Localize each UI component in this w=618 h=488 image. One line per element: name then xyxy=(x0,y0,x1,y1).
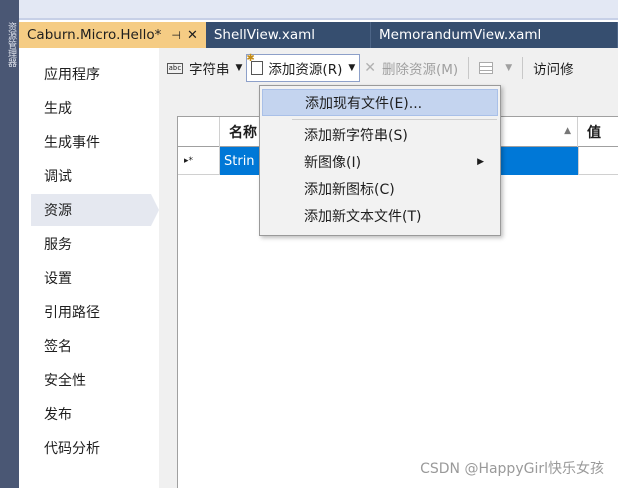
submenu-arrow-icon: ▶ xyxy=(477,156,484,167)
access-label: 访问修 xyxy=(533,62,574,78)
properties-nav: 应用程序 生成 生成事件 调试 资源 服务 设置 引用路径 签名 安全性 发布 … xyxy=(19,48,159,488)
tab-caburn-micro-hello[interactable]: Caburn.Micro.Hello* ⊣ ✕ xyxy=(19,22,206,48)
tab-label: Caburn.Micro.Hello* xyxy=(27,27,162,43)
nav-item-build-events[interactable]: 生成事件 xyxy=(31,126,151,158)
menu-item-add-new-icon[interactable]: 添加新图标(C) xyxy=(262,175,498,202)
tab-shellview-xaml[interactable]: ShellView.xaml xyxy=(206,22,372,48)
side-strip-label[interactable]: 资源管理器 xyxy=(2,22,16,67)
sort-ascending-icon: ▲ xyxy=(564,126,571,136)
close-icon[interactable]: ✕ xyxy=(187,28,198,43)
menu-item-add-new-text-file[interactable]: 添加新文本文件(T) xyxy=(262,202,498,229)
add-resource-menu: 添加现有文件(E)... 添加新字符串(S) 新图像(I) ▶ 添加新图标(C)… xyxy=(259,85,501,236)
pin-icon[interactable]: ⊣ xyxy=(171,29,181,42)
value-cell[interactable] xyxy=(578,147,618,175)
nav-item-security[interactable]: 安全性 xyxy=(31,364,151,396)
access-modifier-label[interactable]: 访问修 xyxy=(529,54,578,82)
nav-item-build[interactable]: 生成 xyxy=(31,92,151,124)
chevron-down-icon: ▼ xyxy=(505,63,513,73)
resources-toolbar: abc 字符串 ▼ 添加资源(R) ▼ ✕ 删除资源(M) ▼ 访问修 xyxy=(159,48,618,88)
chevron-down-icon: ▼ xyxy=(348,63,356,73)
tab-memorandumview-xaml[interactable]: MemorandumView.xaml xyxy=(371,22,618,48)
row-header-corner xyxy=(178,117,220,147)
document-tab-bar: Caburn.Micro.Hello* ⊣ ✕ ShellView.xaml M… xyxy=(19,22,618,48)
nav-item-debug[interactable]: 调试 xyxy=(31,160,151,192)
side-tool-strip: 资源管理器 xyxy=(0,0,19,488)
menu-item-new-image[interactable]: 新图像(I) ▶ xyxy=(262,148,498,175)
top-strip xyxy=(19,0,618,20)
selected-nav-arrow xyxy=(151,194,159,226)
tab-label: ShellView.xaml xyxy=(213,27,316,43)
nav-item-settings[interactable]: 设置 xyxy=(31,262,151,294)
watermark: CSDN @HappyGirl快乐女孩 xyxy=(420,461,604,477)
string-resource-icon: abc xyxy=(167,62,183,74)
menu-item-add-existing-file[interactable]: 添加现有文件(E)... xyxy=(262,89,498,116)
nav-item-application[interactable]: 应用程序 xyxy=(31,58,151,90)
nav-item-reference-paths[interactable]: 引用路径 xyxy=(31,296,151,328)
menu-item-new-image-label: 新图像(I) xyxy=(304,154,362,171)
menu-item-add-new-string[interactable]: 添加新字符串(S) xyxy=(262,121,498,148)
toolbar-separator xyxy=(468,57,470,79)
toolbar-separator xyxy=(522,57,524,79)
strings-label: 字符串 xyxy=(189,62,230,78)
grid-view-icon xyxy=(479,62,494,74)
column-name-label: 名称 xyxy=(229,125,257,141)
nav-item-signing[interactable]: 签名 xyxy=(31,330,151,362)
remove-resource-button[interactable]: ✕ 删除资源(M) xyxy=(360,54,462,82)
column-value-label: 值 xyxy=(587,125,601,141)
remove-resource-label: 删除资源(M) xyxy=(382,62,459,78)
menu-separator xyxy=(292,119,497,120)
tab-label: MemorandumView.xaml xyxy=(379,27,542,43)
view-dropdown-button[interactable]: ▼ xyxy=(475,54,516,82)
delete-icon: ✕ xyxy=(364,60,376,76)
chevron-down-icon: ▼ xyxy=(235,63,243,73)
strings-dropdown-button[interactable]: abc 字符串 ▼ xyxy=(163,54,246,82)
nav-item-services[interactable]: 服务 xyxy=(31,228,151,260)
add-resource-dropdown-button[interactable]: 添加资源(R) ▼ xyxy=(246,53,361,82)
nav-item-code-analysis[interactable]: 代码分析 xyxy=(31,432,151,464)
nav-item-resources[interactable]: 资源 xyxy=(31,194,151,226)
nav-item-publish[interactable]: 发布 xyxy=(31,398,151,430)
add-resource-label: 添加资源(R) xyxy=(268,62,343,78)
column-header-value[interactable]: 值 xyxy=(578,117,618,147)
new-row-marker: ▸* xyxy=(178,147,220,175)
new-file-icon xyxy=(246,53,264,75)
